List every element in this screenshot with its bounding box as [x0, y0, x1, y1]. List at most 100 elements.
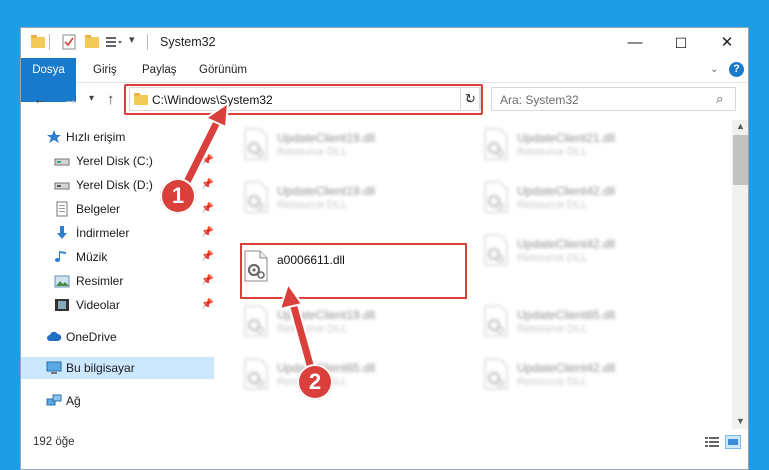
- pin-icon[interactable]: 📌: [201, 251, 213, 262]
- pin-icon[interactable]: 📌: [201, 155, 213, 166]
- navigation-pane: Hızlı erişim Yerel Disk (C:) 📌 Yerel Dis…: [21, 120, 214, 430]
- tab-view[interactable]: Görünüm: [199, 58, 247, 82]
- file-type: Resource DLL: [517, 376, 588, 388]
- minimize-button[interactable]: —: [612, 28, 658, 58]
- file-name: UpdateClient19.dll: [277, 308, 376, 322]
- scrollbar-thumb[interactable]: [733, 135, 748, 185]
- sidebar-item-network[interactable]: Ağ: [21, 390, 214, 412]
- step-1-badge: 1: [160, 178, 196, 214]
- properties-icon[interactable]: [61, 34, 77, 50]
- sidebar-item-videos[interactable]: Videolar 📌: [21, 294, 214, 316]
- help-icon[interactable]: ?: [729, 62, 744, 77]
- dll-file-icon: [484, 234, 508, 266]
- file-type: Resource DLL: [517, 199, 588, 211]
- file-item[interactable]: UpdateClient19.dll Resource DLL: [233, 177, 463, 221]
- star-icon: [47, 130, 61, 143]
- tab-share[interactable]: Paylaş: [142, 58, 177, 82]
- search-icon[interactable]: ⌕: [716, 91, 723, 107]
- sidebar-item-label: İndirmeler: [76, 226, 130, 240]
- sidebar-item-label: Müzik: [76, 250, 108, 264]
- pin-icon[interactable]: 📌: [201, 179, 213, 190]
- vertical-scrollbar[interactable]: ▲ ▼: [732, 120, 748, 429]
- sidebar-item-downloads[interactable]: İndirmeler 📌: [21, 222, 214, 244]
- dll-file-icon: [244, 305, 268, 337]
- sidebar-item-label: Ağ: [66, 394, 81, 408]
- file-type: Resource DLL: [517, 146, 588, 158]
- pin-icon[interactable]: 📌: [201, 227, 213, 238]
- status-bar: 192 öğe: [21, 430, 748, 454]
- sidebar-item-disk-c[interactable]: Yerel Disk (C:) 📌: [21, 150, 214, 172]
- computer-icon: [46, 361, 62, 374]
- new-folder-icon[interactable]: [85, 34, 99, 50]
- address-highlight-box: [124, 84, 483, 115]
- file-item[interactable]: UpdateClient65.dll Resource DLL: [473, 301, 703, 345]
- address-row: ← → ▾ ↑ C:\Windows\System32 ⌄ ↻ Ara: Sys…: [21, 83, 748, 117]
- file-item[interactable]: UpdateClient19.dll Resource DLL: [233, 124, 463, 168]
- dll-file-icon: [244, 181, 268, 213]
- step-2-badge: 2: [297, 364, 333, 400]
- sidebar-item-music[interactable]: Müzik 📌: [21, 246, 214, 268]
- file-type: Resource DLL: [277, 323, 348, 335]
- window-title: System32: [160, 35, 216, 49]
- music-icon: [55, 251, 66, 262]
- sidebar-item-label: Hızlı erişim: [66, 130, 126, 144]
- dll-file-icon: [484, 305, 508, 337]
- details-view-icon[interactable]: [705, 436, 719, 448]
- sidebar-item-label: Resimler: [76, 274, 124, 288]
- dll-file-icon: [484, 358, 508, 390]
- dll-file-icon: [484, 128, 508, 160]
- file-item[interactable]: UpdateClient42.dll Resource DLL: [473, 177, 703, 221]
- file-item[interactable]: UpdateClient65.dll Resource DLL: [233, 354, 463, 398]
- document-icon: [56, 201, 68, 217]
- expand-ribbon-icon[interactable]: ⌄: [710, 58, 718, 82]
- file-name: UpdateClient42.dll: [517, 237, 616, 251]
- sidebar-item-pictures[interactable]: Resimler 📌: [21, 270, 214, 292]
- sidebar-item-this-pc[interactable]: Bu bilgisayar: [21, 357, 214, 379]
- tiles-view-icon[interactable]: [725, 435, 741, 449]
- file-name: UpdateClient42.dll: [517, 361, 616, 375]
- up-button[interactable]: ↑: [107, 91, 115, 108]
- file-item[interactable]: UpdateClient42.dll Resource DLL: [473, 230, 703, 274]
- separator: [147, 34, 148, 50]
- pin-icon[interactable]: 📌: [201, 275, 213, 286]
- file-name: UpdateClient19.dll: [277, 131, 376, 145]
- title-bar: ▾ System32 — ☐ ✕: [21, 28, 748, 58]
- dll-file-icon: [484, 181, 508, 213]
- folder-icon: [31, 35, 45, 48]
- file-item[interactable]: UpdateClient21.dll Resource DLL: [473, 124, 703, 168]
- sidebar-item-label: Videolar: [76, 298, 120, 312]
- sidebar-item-label: Yerel Disk (D:): [76, 178, 153, 192]
- sidebar-item-label: Yerel Disk (C:): [76, 154, 153, 168]
- picture-icon: [54, 275, 70, 288]
- sidebar-item-quick-access[interactable]: Hızlı erişim: [21, 126, 214, 148]
- search-input[interactable]: Ara: System32: [500, 93, 579, 107]
- scroll-down-icon[interactable]: ▼: [736, 416, 745, 426]
- forward-button[interactable]: →: [63, 91, 78, 108]
- back-button[interactable]: ←: [33, 91, 48, 108]
- dll-file-icon: [244, 358, 268, 390]
- sidebar-item-onedrive[interactable]: OneDrive: [21, 326, 214, 348]
- close-button[interactable]: ✕: [704, 28, 748, 58]
- explorer-window: ▾ System32 — ☐ ✕ Dosya Giriş Paylaş Görü…: [20, 27, 749, 470]
- file-item[interactable]: UpdateClient42.dll Resource DLL: [473, 354, 703, 398]
- pin-icon[interactable]: 📌: [201, 203, 213, 214]
- customize-icon[interactable]: [105, 34, 123, 50]
- file-type: Resource DLL: [277, 146, 348, 158]
- search-box[interactable]: Ara: System32 ⌕: [491, 87, 736, 111]
- scroll-up-icon[interactable]: ▲: [736, 121, 745, 131]
- file-type: Resource DLL: [517, 323, 588, 335]
- tab-home[interactable]: Giriş: [93, 58, 117, 82]
- network-icon: [46, 394, 62, 406]
- separator: [49, 34, 50, 50]
- maximize-button[interactable]: ☐: [658, 28, 704, 58]
- file-type: Resource DLL: [517, 252, 588, 264]
- sidebar-item-label: Belgeler: [76, 202, 121, 216]
- quick-access-dropdown-icon[interactable]: ▾: [129, 33, 135, 49]
- recent-locations-icon[interactable]: ▾: [89, 93, 94, 104]
- file-type: Resource DLL: [277, 199, 348, 211]
- file-name: UpdateClient19.dll: [277, 184, 376, 198]
- item-count: 192 öğe: [33, 436, 75, 448]
- cloud-icon: [47, 331, 62, 341]
- pin-icon[interactable]: 📌: [201, 299, 213, 310]
- file-item[interactable]: UpdateClient19.dll Resource DLL: [233, 301, 463, 345]
